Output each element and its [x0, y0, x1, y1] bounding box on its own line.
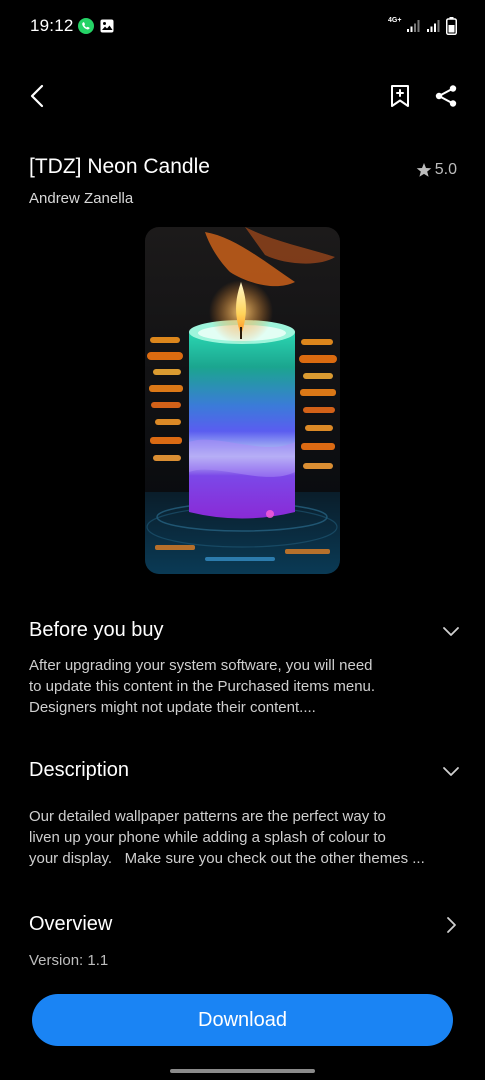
gallery-icon [100, 19, 114, 33]
overview-header[interactable]: Overview [29, 907, 461, 943]
before-you-buy-line: After upgrading your system software, yo… [29, 657, 373, 674]
chevron-left-icon [30, 84, 44, 108]
chevron-right-icon [447, 917, 456, 933]
author-name[interactable]: Andrew Zanella [29, 190, 133, 207]
bookmark-add-icon [391, 85, 409, 107]
before-you-buy-header[interactable]: Before you buy [29, 613, 461, 649]
chevron-down-icon [443, 767, 459, 776]
download-button[interactable]: Download [32, 994, 453, 1046]
description-text: Our detailed wallpaper patterns are the … [29, 806, 459, 869]
description-title: Description [29, 759, 130, 781]
before-you-buy-line: Designers might not update their content… [29, 699, 316, 716]
description-line: Our detailed wallpaper patterns are the … [29, 808, 386, 825]
status-bar: 19:12 4G+ [0, 0, 485, 56]
description-line: liven up your phone while adding a splas… [29, 829, 386, 846]
back-button[interactable] [22, 80, 54, 112]
status-time: 19:12 [30, 16, 74, 35]
before-you-buy-title: Before you buy [29, 619, 164, 641]
whatsapp-icon [78, 18, 94, 34]
battery-icon [446, 17, 457, 35]
overview-title: Overview [29, 913, 113, 935]
rating-value: 5.0 [434, 161, 457, 178]
network-type-label: 4G+ [388, 17, 402, 24]
neon-candle-illustration [145, 227, 340, 574]
before-you-buy-line: to update this content in the Purchased … [29, 678, 376, 695]
theme-preview-image[interactable] [145, 227, 340, 574]
theme-title: [TDZ] Neon Candle [29, 155, 210, 178]
rating: 5.0 [416, 161, 457, 179]
description-line: your display. Make sure you check out th… [29, 850, 425, 867]
before-you-buy-text: After upgrading your system software, yo… [29, 655, 459, 718]
share-icon [435, 85, 457, 107]
bookmark-button[interactable] [386, 82, 414, 110]
home-indicator[interactable] [170, 1069, 315, 1073]
star-icon [416, 163, 432, 177]
share-button[interactable] [432, 82, 460, 110]
signal-icon [427, 20, 440, 32]
signal-icon [407, 20, 420, 32]
chevron-down-icon [443, 627, 459, 636]
version-label: Version: 1.1 [29, 952, 109, 969]
description-header[interactable]: Description [29, 753, 461, 789]
